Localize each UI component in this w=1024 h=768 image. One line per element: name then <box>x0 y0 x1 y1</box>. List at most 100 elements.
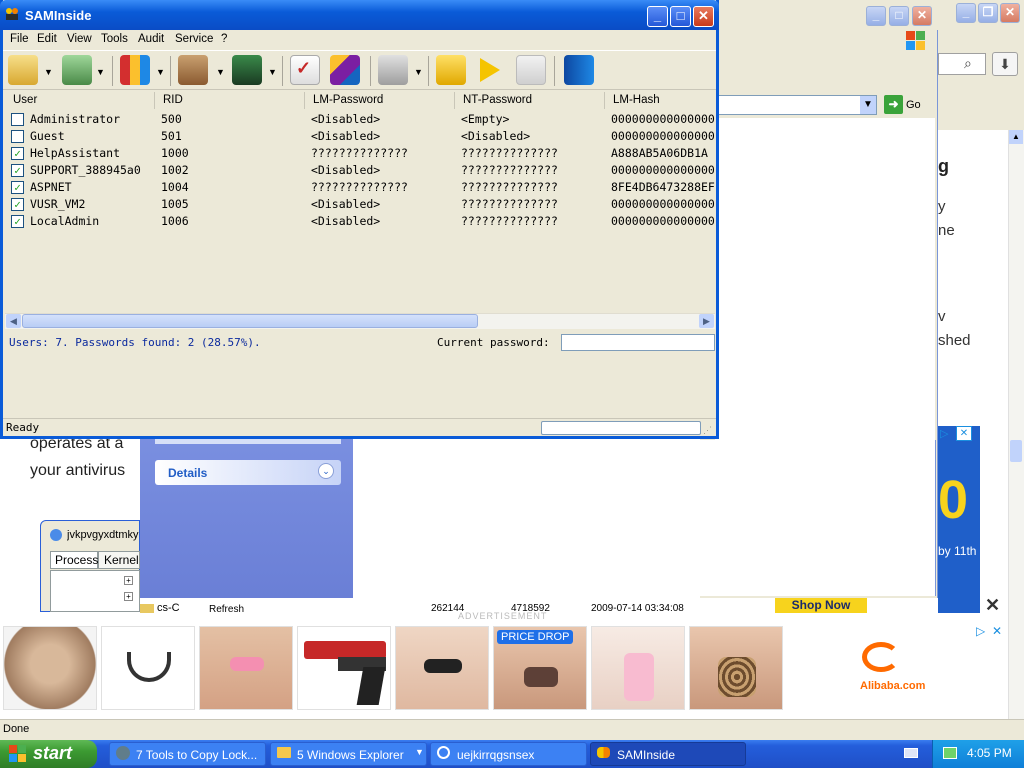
table-row[interactable]: ✓ VUSR_VM2 1005 <Disabled> ?????????????… <box>5 196 715 213</box>
current-password-field[interactable] <box>561 334 715 351</box>
ad-thumb-dress[interactable] <box>591 626 685 710</box>
ad-choices-icon[interactable]: ▷ <box>976 624 985 638</box>
process-window-title: jvkpvgyxdtmky <box>67 529 139 541</box>
row-checkbox[interactable]: ✓ <box>11 181 24 194</box>
cubes-icon[interactable] <box>330 55 360 85</box>
users-icon[interactable] <box>120 55 150 85</box>
search-icon[interactable]: ⌕ <box>964 55 972 72</box>
chevron-down-icon[interactable]: ⌄ <box>318 463 334 479</box>
browser-minimize-button[interactable]: _ <box>866 6 886 26</box>
address-dropdown-icon[interactable]: ▼ <box>860 96 876 114</box>
keyboard-icon[interactable] <box>904 748 918 758</box>
table-row[interactable]: ✓ ASPNET 1004 ?????????????? ???????????… <box>5 179 715 196</box>
taskbar-item-tools[interactable]: 7 Tools to Copy Lock... <box>109 742 266 766</box>
export-dropdown-icon[interactable]: ▼ <box>216 67 225 77</box>
table-row[interactable]: Guest 501 <Disabled> <Disabled> 00000000… <box>5 128 715 145</box>
column-header-lm-hash[interactable]: LM-Hash <box>605 92 715 109</box>
row-checkbox[interactable] <box>11 130 24 143</box>
open-dropdown-icon[interactable]: ▼ <box>44 67 53 77</box>
outer-scroll-up-icon[interactable]: ▲ <box>1009 130 1023 144</box>
go-arrow-icon[interactable]: ➜ <box>884 95 903 114</box>
taskbar-item-uejkirrqgsnsex[interactable]: uejkirrqgsnsex <box>430 742 587 766</box>
row-checkbox[interactable]: ✓ <box>11 215 24 228</box>
adchoices-icon[interactable]: ▷ <box>940 427 956 441</box>
column-header-rid[interactable]: RID <box>155 92 305 109</box>
tab-process[interactable]: Process <box>50 551 98 569</box>
minimize-button[interactable]: _ <box>647 6 668 27</box>
menu-file[interactable]: File <box>10 33 29 45</box>
ad-choice-close-icon[interactable]: ✕ <box>992 624 1002 638</box>
taskbar-item-saminside[interactable]: SAMInside <box>590 742 746 766</box>
play-icon[interactable] <box>480 58 500 82</box>
column-header-lm-password[interactable]: LM-Password <box>305 92 455 109</box>
row-checkbox[interactable]: ✓ <box>11 198 24 211</box>
menu-edit[interactable]: Edit <box>37 33 57 45</box>
outer-scroll-thumb[interactable] <box>1010 440 1022 462</box>
network-icon[interactable] <box>943 747 957 759</box>
ad-thumb-lingerie[interactable] <box>101 626 195 710</box>
browser-close-button[interactable]: ✕ <box>912 6 932 26</box>
article-text-2: your antivirus <box>30 462 126 479</box>
tree-expand-icon-2[interactable]: + <box>124 592 133 601</box>
cell-lm-password: <Disabled> <box>311 197 381 211</box>
start-label: start <box>33 743 73 763</box>
ad-strip-close-icon[interactable]: ✕ <box>985 596 1003 614</box>
row-checkbox[interactable] <box>11 113 24 126</box>
table-row[interactable]: ✓ SUPPORT_388945a0 1002 <Disabled> ?????… <box>5 162 715 179</box>
taskbar-item-explorer[interactable]: 5 Windows Explorer <box>270 742 427 766</box>
outer-scrollbar[interactable] <box>1008 130 1024 720</box>
open-folder-icon[interactable] <box>8 55 38 85</box>
scroll-left-icon[interactable]: ◀ <box>6 314 21 328</box>
import-dropdown-icon[interactable]: ▼ <box>96 67 105 77</box>
tree-expand-icon[interactable]: + <box>124 576 133 585</box>
bin-dropdown-icon[interactable]: ▼ <box>268 67 277 77</box>
taskbar-item-label: 5 Windows Explorer <box>297 748 404 762</box>
outer-close-button[interactable]: ✕ <box>1000 3 1020 23</box>
outer-restore-button[interactable]: ❐ <box>978 3 998 23</box>
row-checkbox[interactable]: ✓ <box>11 164 24 177</box>
row-checkbox[interactable]: ✓ <box>11 147 24 160</box>
menu-service[interactable]: Service <box>175 33 213 45</box>
column-header-nt-password[interactable]: NT-Password <box>455 92 605 109</box>
ad-thumb-leopard[interactable] <box>689 626 783 710</box>
maximize-button[interactable]: □ <box>670 6 691 27</box>
group-dropdown-icon[interactable]: ▼ <box>415 747 424 757</box>
resize-grip-icon[interactable]: ⋰ <box>703 424 715 436</box>
search-box[interactable] <box>938 53 986 75</box>
import-icon[interactable] <box>62 55 92 85</box>
scroll-right-icon[interactable]: ▶ <box>699 314 714 328</box>
tools-dropdown-icon[interactable]: ▼ <box>414 67 423 77</box>
ad-close-icon[interactable]: ✕ <box>956 426 972 441</box>
recycle-bin-icon[interactable] <box>232 55 262 85</box>
alibaba-logo[interactable] <box>862 642 900 672</box>
table-row[interactable]: ✓ HelpAssistant 1000 ?????????????? ????… <box>5 145 715 162</box>
menu-help[interactable]: ? <box>221 33 227 45</box>
cell-lm-password: <Disabled> <box>311 163 381 177</box>
download-icon[interactable]: ⬇ <box>992 52 1018 76</box>
stop-icon[interactable] <box>516 55 546 85</box>
menu-audit[interactable]: Audit <box>138 33 164 45</box>
column-header-user[interactable]: User <box>5 92 155 109</box>
users-dropdown-icon[interactable]: ▼ <box>156 67 165 77</box>
table-row[interactable]: Administrator 500 <Disabled> <Empty> 000… <box>5 111 715 128</box>
scroll-thumb[interactable] <box>22 314 478 328</box>
table-row[interactable]: ✓ LocalAdmin 1006 <Disabled> ???????????… <box>5 213 715 230</box>
address-bar[interactable] <box>715 95 877 115</box>
ad-thumb-swimsuit[interactable] <box>199 626 293 710</box>
wrench-icon[interactable] <box>378 55 408 85</box>
menu-view[interactable]: View <box>67 33 92 45</box>
tab-kernel[interactable]: Kernel <box>98 551 140 569</box>
ad-thumb-wig[interactable] <box>3 626 97 710</box>
play-all-icon[interactable] <box>436 55 466 85</box>
ad-thumb-pistol[interactable] <box>297 626 391 710</box>
ad-thumb-bikini[interactable] <box>395 626 489 710</box>
menu-tools[interactable]: Tools <box>101 33 128 45</box>
close-button[interactable]: ✕ <box>693 6 714 27</box>
clock: 4:05 PM <box>967 746 1012 760</box>
help-book-icon[interactable] <box>564 55 594 85</box>
outer-minimize-button[interactable]: _ <box>956 3 976 23</box>
export-box-icon[interactable] <box>178 55 208 85</box>
go-button[interactable]: Go <box>906 99 921 111</box>
browser-maximize-button[interactable]: □ <box>889 6 909 26</box>
shop-now-button[interactable]: Shop Now <box>775 598 867 613</box>
